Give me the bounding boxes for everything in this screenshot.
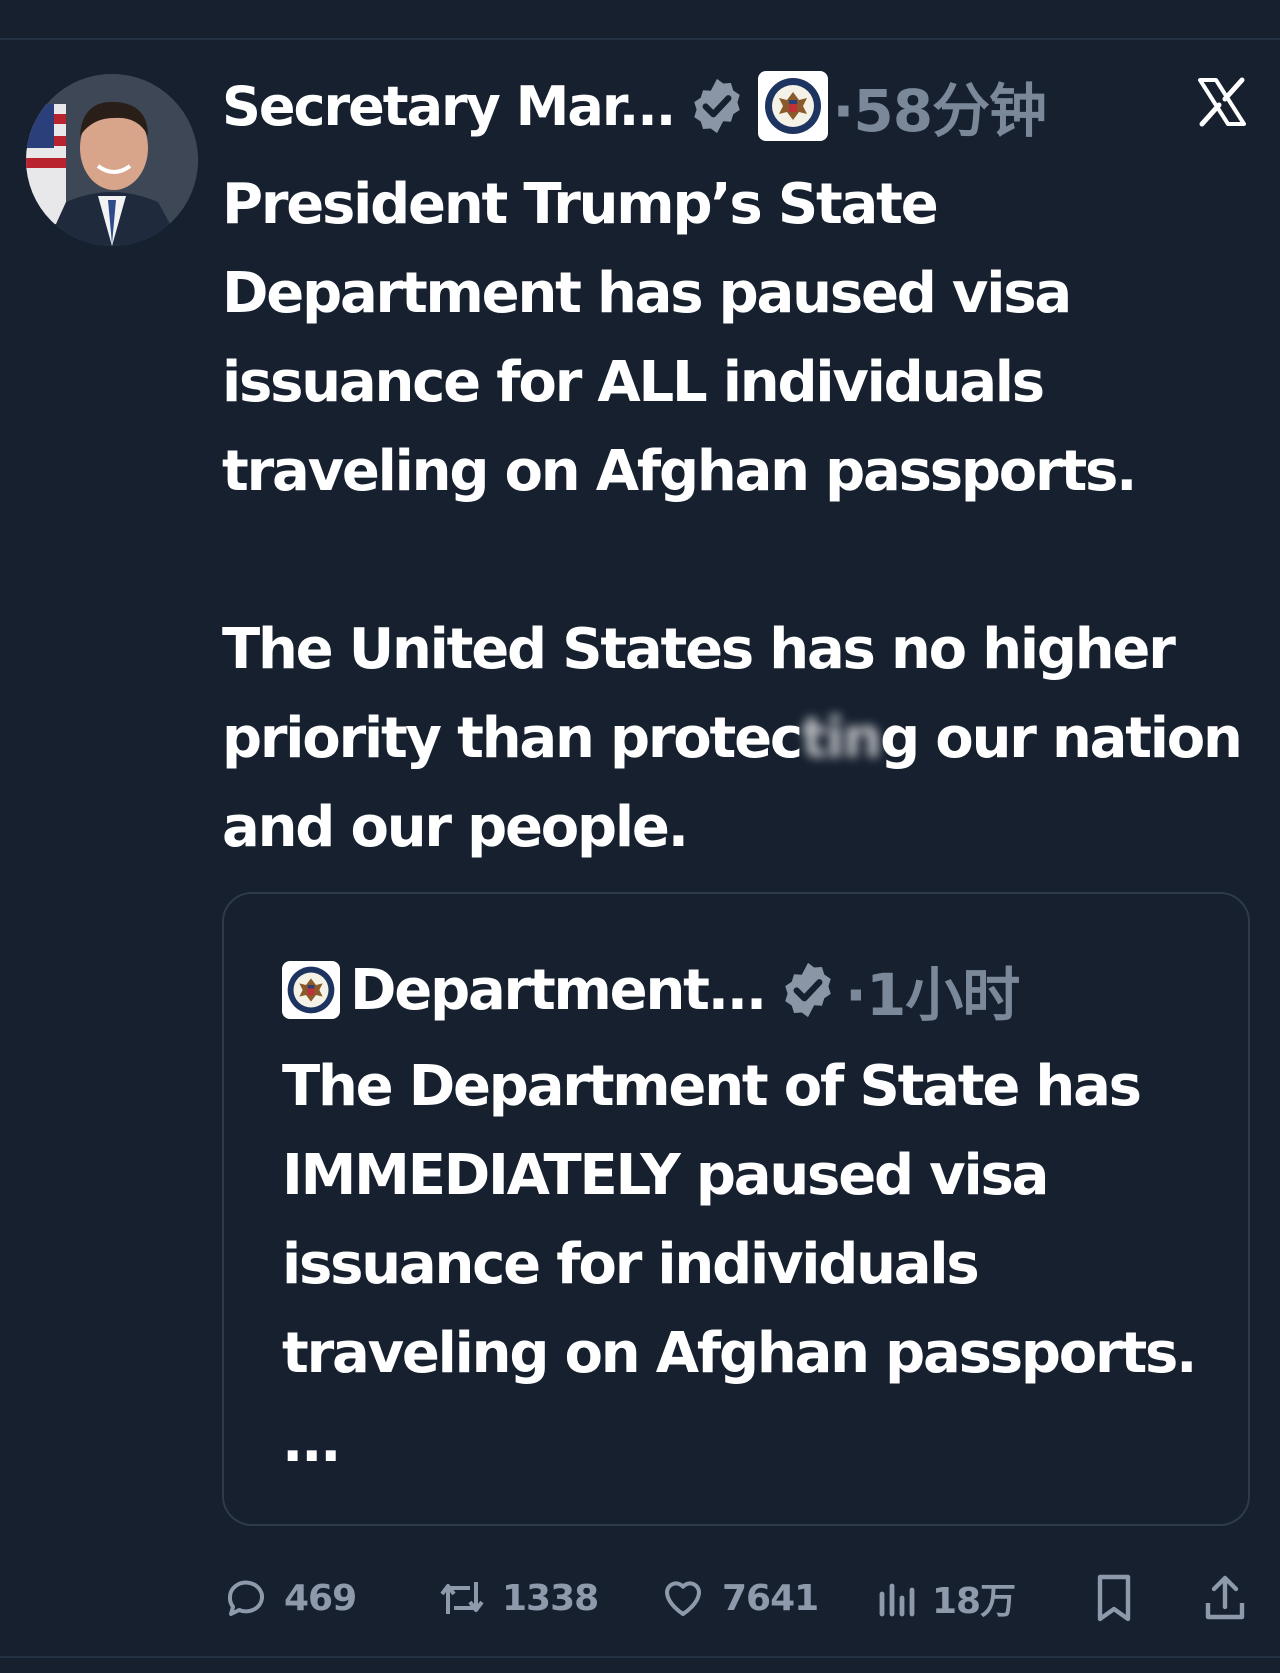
bookmark-icon [1092,1573,1136,1623]
post-timestamp[interactable]: ·58分钟 [832,64,1047,148]
repost-icon [436,1574,488,1622]
reply-icon [222,1574,270,1622]
repost-count: 1338 [502,1577,599,1619]
repost-button[interactable]: 1338 [436,1568,599,1628]
share-icon [1202,1573,1248,1623]
quoted-author-seal-icon [282,961,340,1019]
quoted-post-timestamp[interactable]: ·1小时 [845,948,1020,1032]
x-logo-icon[interactable] [1196,76,1248,128]
author-avatar[interactable] [26,74,198,246]
views-count: 18万 [932,1581,1016,1622]
quoted-post-header: Department... ·1小时 [282,948,1020,1032]
bookmark-button[interactable] [1092,1568,1136,1628]
post-text: President Trump’s State Department has p… [222,160,1262,872]
post-paragraph-1-text: President Trump’s State Department has p… [222,172,1137,504]
like-count: 7641 [722,1577,819,1619]
post-paragraph-2: The United States has no higher priority… [222,605,1262,872]
quoted-post-card[interactable]: Department... ·1小时 The Department of Sta… [222,892,1250,1526]
reply-button[interactable]: 469 [222,1568,357,1628]
views-button[interactable]: 18万 [876,1568,1016,1628]
analytics-bar-icon [876,1574,918,1622]
quoted-author-name[interactable]: Department... [350,958,767,1023]
top-divider [0,38,1280,40]
heart-icon [658,1574,708,1622]
post-paragraph-1: President Trump’s State Department has p… [222,160,1262,516]
quoted-post-text: The Department of State has IMMEDIATELY … [282,1054,1197,1475]
post-header: Secretary Mar... ·58分钟 [222,66,1262,146]
bottom-divider [0,1656,1280,1658]
verified-badge-icon [686,75,748,137]
author-name[interactable]: Secretary Mar... [222,75,676,138]
post-paragraph-2-blurred-text: tin [800,706,882,771]
like-button[interactable]: 7641 [658,1568,819,1628]
reply-count: 469 [284,1577,357,1619]
share-button[interactable] [1202,1568,1248,1628]
post-action-bar: 469 1338 7641 18万 [222,1568,1262,1628]
quoted-verified-badge-icon [777,959,839,1021]
state-department-seal-icon [758,71,829,141]
